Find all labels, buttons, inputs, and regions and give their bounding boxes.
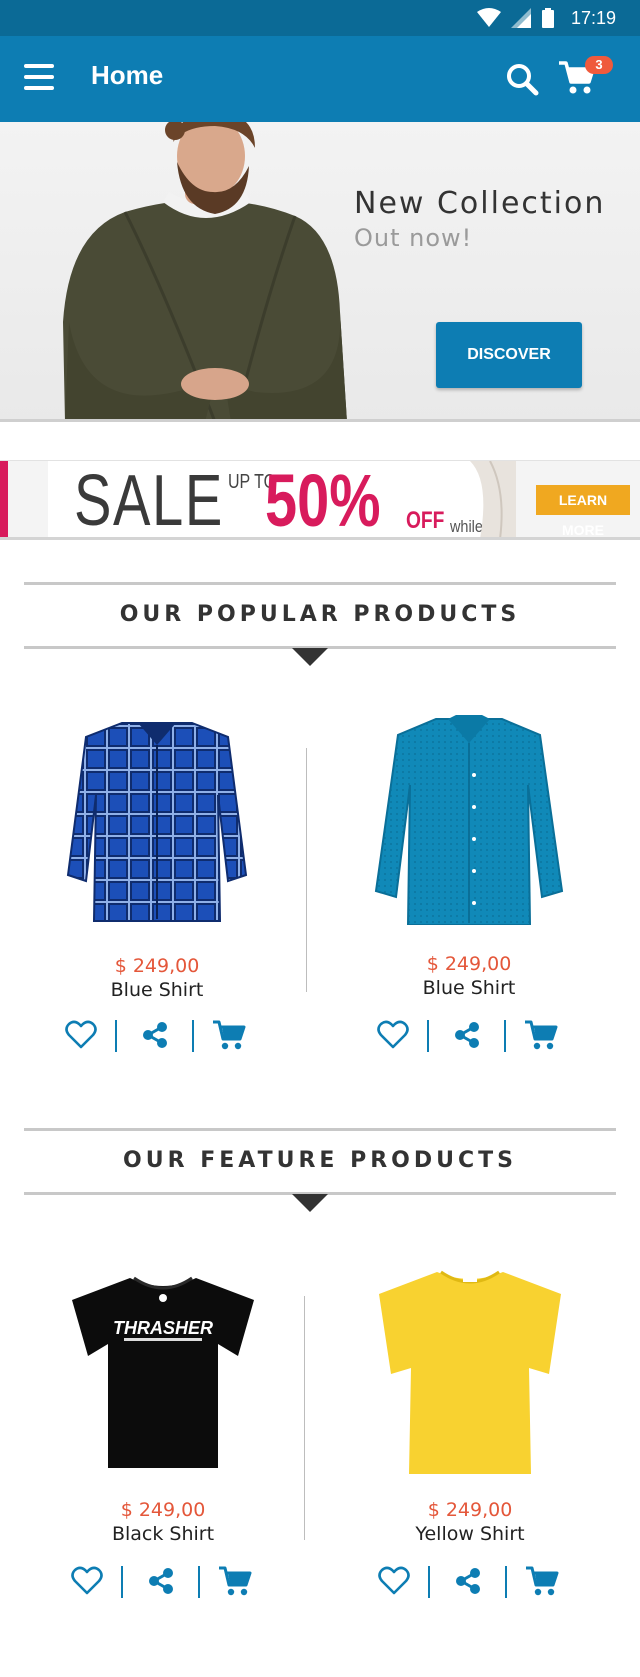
caret-down-icon <box>292 648 328 666</box>
sale-off: OFF <box>406 507 445 534</box>
divider <box>24 582 616 585</box>
product-actions <box>366 1018 576 1058</box>
product-actions <box>60 1564 270 1604</box>
tshirt-print-text: THRASHER <box>113 1318 213 1338</box>
product-name: Blue Shirt <box>422 977 516 999</box>
caret-down-icon <box>292 1194 328 1212</box>
product-price: $ 249,00 <box>427 1499 513 1521</box>
page-title: Home <box>91 60 164 90</box>
share-icon[interactable] <box>138 1018 172 1052</box>
hero-model-image <box>63 122 347 422</box>
add-to-cart-icon[interactable] <box>212 1018 246 1052</box>
column-divider <box>306 748 307 992</box>
action-separator <box>505 1566 507 1598</box>
cart-count-badge: 3 <box>585 56 613 74</box>
action-separator <box>192 1020 194 1052</box>
black-tshirt-image: THRASHER <box>72 1276 254 1468</box>
add-to-cart-icon[interactable] <box>525 1564 559 1598</box>
menu-icon-bar <box>24 64 54 68</box>
feature-section-header: OUR FEATURE PRODUCTS <box>24 1128 616 1224</box>
hero-banner: New Collection Out now! DISCOVER <box>0 122 640 422</box>
product-actions <box>54 1018 264 1058</box>
heart-icon[interactable] <box>376 1018 410 1052</box>
status-time: 17:19 <box>570 7 616 28</box>
action-separator <box>428 1566 430 1598</box>
heart-icon[interactable] <box>70 1564 104 1598</box>
sale-percent: 50% <box>265 460 381 540</box>
sale-accent-bar <box>0 461 8 537</box>
search-icon <box>507 64 539 96</box>
product-card[interactable]: THRASHER $ 249,00 Black Shirt <box>18 1264 308 1604</box>
sale-banner[interactable]: SALE UP TO 50% OFF while stock LEARN MOR… <box>0 460 640 540</box>
popular-section-header: OUR POPULAR PRODUCTS <box>24 582 616 678</box>
app-bar: Home 3 <box>0 36 640 122</box>
heart-icon[interactable] <box>377 1564 411 1598</box>
product-price: $ 249,00 <box>114 955 200 977</box>
product-name: Yellow Shirt <box>415 1523 525 1545</box>
sale-word: SALE <box>74 461 224 540</box>
add-to-cart-icon[interactable] <box>524 1018 558 1052</box>
hero-title: New Collection <box>354 186 606 221</box>
action-separator <box>198 1566 200 1598</box>
share-icon[interactable] <box>450 1018 484 1052</box>
plaid-shirt-image <box>66 722 248 922</box>
product-price: $ 249,00 <box>426 953 512 975</box>
product-card[interactable]: $ 249,00 Blue Shirt <box>12 715 302 1055</box>
popular-section-title: OUR POPULAR PRODUCTS <box>119 602 521 627</box>
sale-product-image <box>470 461 516 537</box>
menu-icon-bar <box>24 75 54 79</box>
product-price: $ 249,00 <box>120 1499 206 1521</box>
wifi-icon <box>476 8 501 27</box>
discover-button[interactable]: DISCOVER <box>436 322 582 388</box>
status-icons: 17:19 <box>476 7 616 28</box>
product-name: Blue Shirt <box>110 979 204 1001</box>
product-name: Black Shirt <box>111 1523 215 1545</box>
learn-more-button[interactable]: LEARN MORE <box>536 485 630 537</box>
search-button[interactable] <box>505 62 539 96</box>
teal-shirt-image <box>374 715 564 925</box>
product-card[interactable]: $ 249,00 Yellow Shirt <box>325 1264 615 1604</box>
feature-section-title: OUR FEATURE PRODUCTS <box>123 1148 517 1173</box>
action-separator <box>121 1566 123 1598</box>
menu-icon-bar <box>24 86 54 90</box>
action-separator <box>115 1020 117 1052</box>
column-divider <box>304 1296 305 1540</box>
share-icon[interactable] <box>144 1564 178 1598</box>
hero-subtitle: Out now! <box>354 224 473 252</box>
product-actions <box>367 1564 577 1604</box>
yellow-tshirt-image <box>379 1270 561 1474</box>
action-separator <box>427 1020 429 1052</box>
menu-button[interactable] <box>24 64 56 94</box>
status-bar: 17:19 <box>0 0 640 36</box>
battery-icon <box>541 8 554 28</box>
product-card[interactable]: $ 249,00 Blue Shirt <box>324 715 614 1055</box>
action-separator <box>504 1020 506 1052</box>
add-to-cart-icon[interactable] <box>218 1564 252 1598</box>
heart-icon[interactable] <box>64 1018 98 1052</box>
signal-icon <box>510 8 531 28</box>
divider <box>24 1128 616 1131</box>
share-icon[interactable] <box>451 1564 485 1598</box>
